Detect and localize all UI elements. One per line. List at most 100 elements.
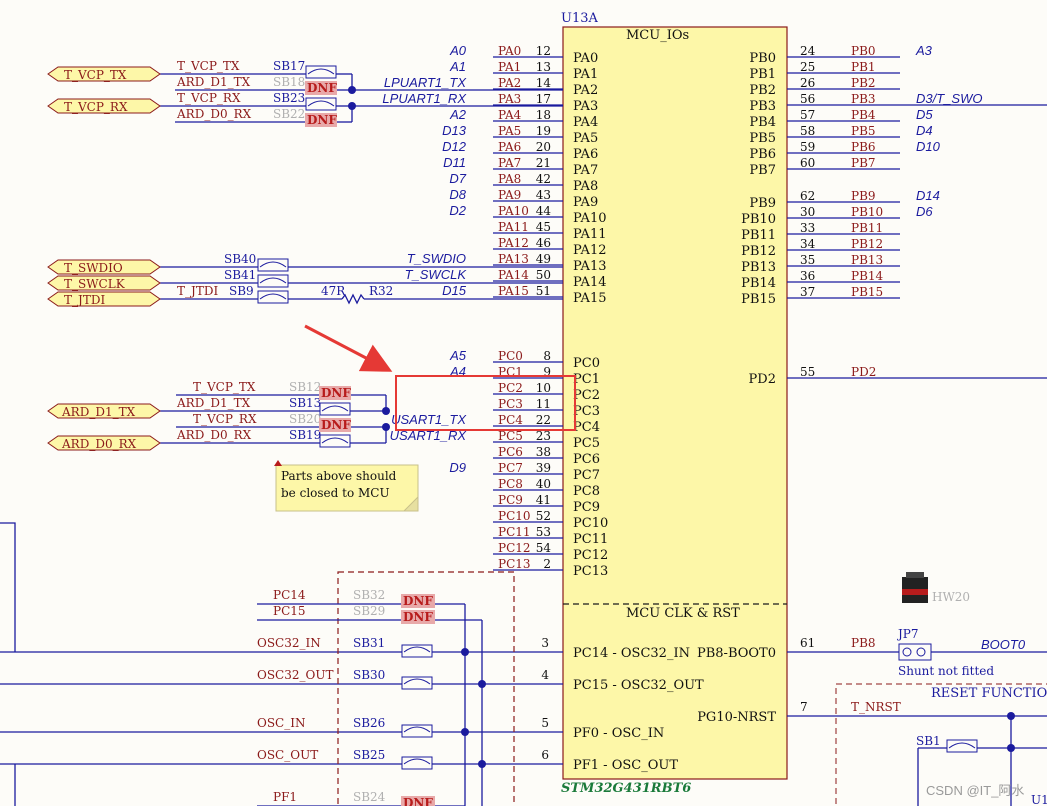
svg-text:DNF: DNF	[403, 796, 433, 806]
pin-name: PD2	[749, 372, 776, 387]
u-ref: U1	[1031, 793, 1047, 806]
pin-name: PC14 - OSC32_IN	[573, 646, 690, 661]
pin-name: PA4	[573, 115, 598, 130]
net-label: T_VCP_TX	[193, 380, 256, 394]
pin-number: 60	[800, 156, 815, 170]
sb-ref: SB26	[353, 716, 385, 730]
pin-number: 7	[800, 700, 808, 714]
net-label: PC14	[273, 588, 306, 602]
pin-name: PA8	[573, 179, 598, 194]
sb-ref: SB20	[289, 412, 321, 426]
pin-name: PB13	[741, 260, 776, 275]
svg-text:T_VCP_RX: T_VCP_RX	[64, 100, 128, 114]
pin-number: 41	[536, 493, 551, 507]
net-label: T_VCP_RX	[177, 91, 241, 105]
pin-port-label: PA12	[498, 236, 529, 250]
pin-name: PC7	[573, 468, 600, 483]
pin-port-label: PA13	[498, 252, 529, 266]
sb-ref: SB18	[273, 75, 305, 89]
pin-name: PB15	[741, 292, 776, 307]
pin-port-label: PA4	[498, 108, 522, 122]
pin-name: PA3	[573, 99, 598, 114]
pin-name: PC1	[573, 372, 600, 387]
svg-text:DNF: DNF	[403, 610, 433, 624]
pin-name: PC11	[573, 532, 608, 547]
pin-name: PA9	[573, 195, 598, 210]
swd-block: T_SWDIO T_SWCLK T_JTDI SB40 SB41 T_JTDI …	[47, 252, 563, 307]
usart-bridges: ARD_D1_TX ARD_D0_RX T_VCP_TX ARD_D1_TX T…	[47, 380, 390, 451]
dnf-badge: DNF	[401, 796, 435, 806]
port-t-swclk: T_SWCLK	[47, 275, 161, 291]
dnf-badge: DNF	[319, 418, 351, 432]
net-label: OSC_IN	[257, 716, 305, 730]
dnf-badge: DNF	[319, 386, 351, 400]
solder-bridge-icon	[946, 739, 978, 753]
pin-name: PA2	[573, 83, 598, 98]
pin-number: 5	[541, 716, 549, 730]
pin-port-label: PB4	[851, 108, 876, 122]
pin-number: 36	[800, 269, 815, 283]
pin-name: PB8-BOOT0	[697, 646, 776, 661]
junction-dot	[348, 86, 356, 94]
pin-alias: D6	[916, 204, 933, 219]
jumper-icon	[902, 572, 928, 603]
resistor-ref: R32	[369, 284, 393, 298]
right-pin-pd2: PD2 55 PD2	[749, 365, 1047, 387]
solder-bridge-icon	[257, 274, 289, 288]
pin-name: PC15 - OSC32_OUT	[573, 678, 704, 693]
pin-name: PA12	[573, 243, 606, 258]
pin-name: PC3	[573, 404, 600, 419]
pin-number: 20	[536, 140, 551, 154]
sb-ref: SB31	[353, 636, 385, 650]
pin-number: 56	[800, 92, 815, 106]
mcu-part-number: STM32G431RBT6	[561, 781, 691, 796]
net-label: ARD_D0_RX	[176, 428, 252, 442]
pin-name: PB7	[749, 163, 776, 178]
mcu-ref: U13A	[561, 11, 598, 26]
pin-number: 18	[536, 108, 551, 122]
pin-name: PB12	[741, 244, 776, 259]
pin-alias: D10	[916, 139, 941, 154]
pin-name: PB3	[749, 99, 776, 114]
pin-number: 62	[800, 189, 815, 203]
pin-name: PA7	[573, 163, 598, 178]
pin-number: 4	[541, 668, 549, 682]
sb-ref: SB29	[353, 604, 385, 618]
sb-ref: SB40	[224, 252, 256, 266]
pin-port-label: PB13	[851, 253, 883, 267]
junction-dot	[382, 423, 390, 431]
pin-port-label: PB10	[851, 205, 883, 219]
pin-number: 10	[536, 381, 551, 395]
pin-number: 57	[800, 108, 815, 122]
pin-number: 53	[536, 525, 551, 539]
pin-number: 55	[800, 365, 815, 379]
pin-port-label: PC0	[498, 349, 523, 363]
port-t-swdio: T_SWDIO	[47, 259, 161, 275]
svg-text:DNF: DNF	[321, 418, 351, 432]
net-label: OSC32_OUT	[257, 668, 333, 682]
pin-port-label: PC11	[498, 525, 531, 539]
highlight-arrow	[304, 324, 393, 372]
mcu-clk-title: MCU CLK & RST	[626, 606, 740, 621]
dnf-badge: DNF	[305, 81, 337, 95]
pin-port-label: PC2	[498, 381, 523, 395]
pin-number: 22	[536, 413, 551, 427]
pin-port-label: PB11	[851, 221, 883, 235]
pin-name: PB14	[741, 276, 776, 291]
pin-name: PC9	[573, 500, 600, 515]
port-t-vcp-rx: T_VCP_RX	[47, 98, 161, 114]
solder-bridge-icon	[257, 290, 289, 304]
pin-name: PC10	[573, 516, 608, 531]
svg-text:ARD_D0_RX: ARD_D0_RX	[61, 437, 137, 451]
pin-port-label: PB9	[851, 189, 876, 203]
pin-port-label: PC13	[498, 557, 531, 571]
svg-text:T_SWDIO: T_SWDIO	[64, 261, 123, 275]
sb-ref: SB41	[224, 268, 256, 282]
pin-port-label: PB2	[851, 76, 876, 90]
pin-number: 39	[536, 461, 551, 475]
pin-name: PG10-NRST	[697, 710, 776, 725]
pin-number: 38	[536, 445, 551, 459]
pin-number: 34	[800, 237, 816, 251]
pin-number: 46	[536, 236, 551, 250]
pin-port-label: PA8	[498, 172, 521, 186]
